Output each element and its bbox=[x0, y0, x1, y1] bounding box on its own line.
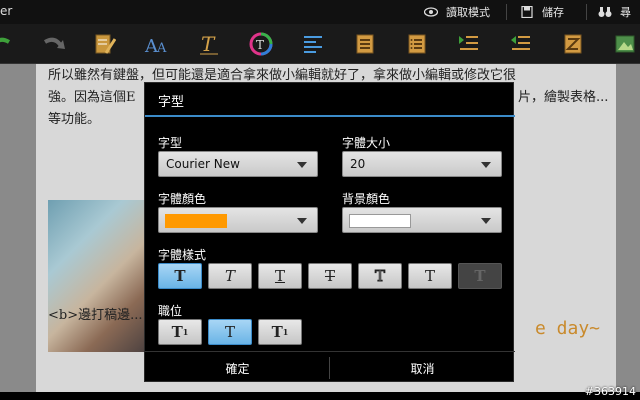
editor-toolbar: A A T T bbox=[0, 24, 640, 64]
svg-text:T: T bbox=[256, 38, 264, 52]
font-size-button[interactable]: A A bbox=[144, 32, 170, 56]
dialog-title: 字型 bbox=[158, 95, 185, 110]
superscript-button[interactable]: T1 bbox=[258, 319, 302, 345]
normal-position-button[interactable]: T bbox=[208, 319, 252, 345]
bullet-list-button[interactable] bbox=[352, 32, 378, 56]
style-italic-button[interactable]: T bbox=[208, 263, 252, 289]
notepad-pencil-icon bbox=[95, 34, 116, 54]
action-bar: er 讀取模式 儲存 尋 bbox=[0, 0, 640, 24]
bullet-list-icon bbox=[356, 34, 374, 54]
cancel-button[interactable]: 取消 bbox=[330, 352, 515, 384]
style-shadow-glyph: T bbox=[424, 267, 435, 285]
indent-icon bbox=[459, 36, 478, 50]
dialog-title-divider bbox=[145, 115, 515, 117]
zigzag-format-icon bbox=[564, 34, 582, 54]
doc-line-1: 所以雖然有鍵盤，但可能還是適合拿來做小編輯就好了，拿來做小編輯或修改它很 bbox=[48, 68, 517, 83]
svg-text:A: A bbox=[156, 41, 167, 55]
font-color-label: 字體顏色 bbox=[158, 192, 207, 206]
ok-button[interactable]: 確定 bbox=[145, 352, 330, 384]
find-label: 尋 bbox=[620, 6, 631, 19]
undo-arrow-icon bbox=[0, 37, 11, 44]
reading-mode-button[interactable]: 讀取模式 bbox=[424, 3, 490, 21]
subscript-glyph: T bbox=[171, 323, 183, 341]
doc-line-2-right: 片，繪製表格... bbox=[518, 90, 609, 105]
style-outline-glyph: T bbox=[374, 267, 385, 286]
actionbar-divider bbox=[586, 4, 587, 20]
align-lines-icon bbox=[304, 36, 322, 53]
watermark: #363914 bbox=[584, 385, 636, 398]
actionbar-divider bbox=[506, 4, 507, 20]
subscript-button[interactable]: T1 bbox=[158, 319, 202, 345]
doc-line-2-left: 強。因為這個E bbox=[48, 90, 136, 105]
font-dialog: 字型 字型 字體大小 Courier New 20 字體顏色 背景顏色 字體樣式… bbox=[144, 82, 515, 383]
binoculars-icon bbox=[598, 7, 612, 17]
style-emboss-glyph: T bbox=[474, 267, 486, 285]
style-strikethrough-glyph: T bbox=[324, 267, 335, 285]
color-wheel-icon: T bbox=[249, 32, 273, 56]
chevron-down-icon bbox=[481, 218, 491, 224]
numbered-list-button[interactable] bbox=[404, 32, 430, 56]
ok-label: 確定 bbox=[225, 361, 250, 376]
style-underline-glyph: T bbox=[274, 267, 285, 285]
bottom-bar bbox=[0, 392, 640, 400]
position-label: 職位 bbox=[158, 304, 183, 318]
style-strikethrough-button[interactable]: T bbox=[308, 263, 352, 289]
undo-button[interactable] bbox=[0, 32, 14, 56]
app-title: er bbox=[0, 4, 13, 18]
style-underline-button[interactable]: T bbox=[258, 263, 302, 289]
font-style-button[interactable]: T bbox=[196, 32, 222, 56]
font-size-aa-icon: A A bbox=[144, 36, 167, 55]
style-normal-glyph: T bbox=[174, 267, 186, 285]
insert-image-button[interactable] bbox=[612, 32, 638, 56]
superscript-glyph: T bbox=[271, 323, 283, 341]
font-color-select[interactable] bbox=[158, 207, 318, 233]
svg-text:T: T bbox=[201, 33, 216, 55]
save-button[interactable]: 儲存 bbox=[520, 3, 564, 21]
font-style-label: 字體樣式 bbox=[158, 248, 207, 262]
font-size-value: 20 bbox=[350, 157, 366, 171]
numbered-list-icon bbox=[408, 34, 426, 54]
format-button[interactable] bbox=[560, 32, 586, 56]
redo-arrow-icon bbox=[43, 37, 65, 49]
text-color-button[interactable]: T bbox=[248, 32, 274, 56]
floppy-save-icon bbox=[521, 6, 533, 18]
italic-t-icon: T bbox=[200, 33, 218, 55]
eye-icon bbox=[424, 7, 438, 17]
redo-button[interactable] bbox=[40, 32, 66, 56]
font-size-select[interactable]: 20 bbox=[342, 151, 502, 177]
outdent-icon bbox=[511, 36, 530, 50]
bg-color-swatch bbox=[349, 214, 411, 228]
font-label: 字型 bbox=[158, 136, 183, 150]
style-outline-button[interactable]: T bbox=[358, 263, 402, 289]
style-italic-glyph: T bbox=[224, 267, 235, 285]
chevron-down-icon bbox=[481, 162, 491, 168]
normal-position-glyph: T bbox=[224, 323, 235, 341]
bg-color-select[interactable] bbox=[342, 207, 502, 233]
align-button[interactable] bbox=[300, 32, 326, 56]
font-size-label: 字體大小 bbox=[342, 136, 391, 150]
style-normal-button[interactable]: T bbox=[158, 263, 202, 289]
outdent-button[interactable] bbox=[508, 32, 534, 56]
bg-color-label: 背景顏色 bbox=[342, 192, 391, 206]
reading-mode-label: 讀取模式 bbox=[446, 6, 490, 19]
font-family-select[interactable]: Courier New bbox=[158, 151, 318, 177]
document-photo[interactable] bbox=[48, 200, 148, 352]
font-color-swatch bbox=[165, 214, 227, 228]
find-button[interactable]: 尋 bbox=[598, 3, 631, 21]
font-family-value: Courier New bbox=[166, 157, 240, 171]
doc-bottom-text: <b>邊打稿邊... bbox=[48, 308, 143, 323]
chevron-down-icon bbox=[297, 162, 307, 168]
edit-note-button[interactable] bbox=[92, 32, 118, 56]
doc-day-text: e day~ bbox=[535, 318, 601, 339]
chevron-down-icon bbox=[297, 218, 307, 224]
cancel-label: 取消 bbox=[410, 361, 435, 376]
save-label: 儲存 bbox=[542, 6, 564, 19]
picture-icon bbox=[615, 35, 635, 53]
indent-button[interactable] bbox=[456, 32, 482, 56]
style-emboss-button[interactable]: T bbox=[458, 263, 502, 289]
doc-line-3: 等功能。 bbox=[48, 112, 101, 127]
dialog-footer: 確定 取消 bbox=[145, 351, 515, 383]
style-shadow-button[interactable]: T bbox=[408, 263, 452, 289]
